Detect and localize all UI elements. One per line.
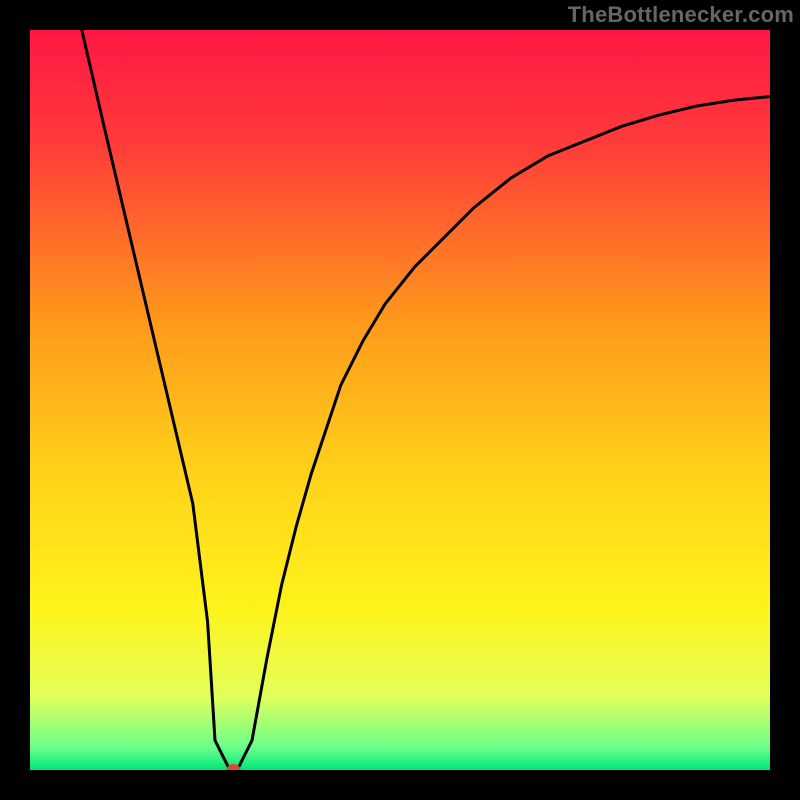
plot-area: [30, 30, 770, 770]
chart-frame: TheBottlenecker.com: [0, 0, 800, 800]
chart-svg: [30, 30, 770, 770]
gradient-background: [30, 30, 770, 770]
attribution-text: TheBottlenecker.com: [568, 2, 794, 28]
